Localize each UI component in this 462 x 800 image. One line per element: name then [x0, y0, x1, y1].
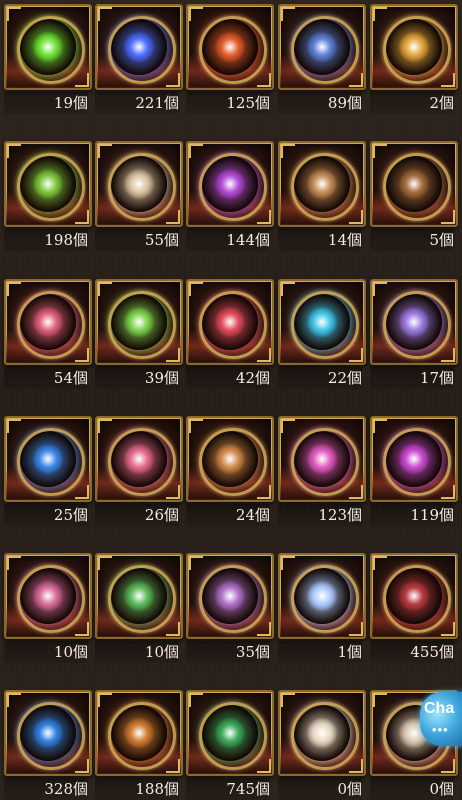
ornate-frame-ring: [199, 153, 267, 221]
ornate-frame-ring: [17, 428, 85, 496]
ornate-frame-ring: [17, 565, 85, 633]
item-tile[interactable]: [186, 279, 274, 365]
item-tile[interactable]: [4, 279, 92, 365]
item-count: 1個: [278, 641, 362, 663]
ornate-frame-ring: [199, 428, 267, 496]
item-tile[interactable]: [370, 4, 458, 90]
item-count: 24個: [186, 504, 270, 526]
ornate-frame-ring: [108, 16, 176, 84]
ornate-frame-ring: [199, 565, 267, 633]
ornate-frame-ring: [17, 153, 85, 221]
item-count: 125個: [186, 92, 270, 114]
item-count: 188個: [95, 778, 179, 800]
item-tile[interactable]: [95, 279, 183, 365]
item-count: 42個: [186, 367, 270, 389]
item-tile[interactable]: [95, 416, 183, 502]
item-count: 22個: [278, 367, 362, 389]
item-tile[interactable]: [278, 553, 366, 639]
item-tile[interactable]: [4, 553, 92, 639]
item-tile[interactable]: [278, 4, 366, 90]
ornate-frame-ring: [17, 291, 85, 359]
item-tile[interactable]: [186, 416, 274, 502]
item-tile[interactable]: [278, 416, 366, 502]
chat-button[interactable]: Cha •••: [420, 692, 462, 746]
item-count: 328個: [4, 778, 88, 800]
ornate-frame-ring: [383, 153, 451, 221]
item-count: 2個: [370, 92, 454, 114]
ornate-frame-ring: [291, 565, 359, 633]
ornate-frame-ring: [17, 702, 85, 770]
ornate-frame-ring: [291, 16, 359, 84]
ornate-frame-ring: [383, 16, 451, 84]
chat-label: Cha: [424, 700, 455, 717]
item-count: 745個: [186, 778, 270, 800]
item-tile[interactable]: [186, 690, 274, 776]
item-tile[interactable]: [370, 279, 458, 365]
item-count: 123個: [278, 504, 362, 526]
item-tile[interactable]: [370, 553, 458, 639]
ornate-frame-ring: [199, 16, 267, 84]
item-tile[interactable]: [4, 690, 92, 776]
ornate-frame-ring: [199, 291, 267, 359]
item-count: 221個: [95, 92, 179, 114]
item-tile[interactable]: [95, 690, 183, 776]
ornate-frame-ring: [291, 291, 359, 359]
item-tile[interactable]: [95, 553, 183, 639]
item-tile[interactable]: [370, 416, 458, 502]
item-tile[interactable]: [4, 4, 92, 90]
item-count: 144個: [186, 229, 270, 251]
item-tile[interactable]: [186, 4, 274, 90]
ornate-frame-ring: [291, 702, 359, 770]
ornate-frame-ring: [17, 16, 85, 84]
item-tile[interactable]: [278, 141, 366, 227]
item-tile[interactable]: [278, 279, 366, 365]
ornate-frame-ring: [383, 428, 451, 496]
item-count: 14個: [278, 229, 362, 251]
item-tile[interactable]: [186, 553, 274, 639]
ornate-frame-ring: [108, 291, 176, 359]
item-count: 0個: [278, 778, 362, 800]
ornate-frame-ring: [291, 428, 359, 496]
item-count: 5個: [370, 229, 454, 251]
ornate-frame-ring: [383, 565, 451, 633]
item-count: 54個: [4, 367, 88, 389]
item-count: 17個: [370, 367, 454, 389]
item-tile[interactable]: [95, 4, 183, 90]
item-count: 198個: [4, 229, 88, 251]
item-grid: 19個 221個 125個 89個 2個 198個 55個 144個 14個 5個 54個 39個 42…: [0, 0, 462, 800]
item-count: 25個: [4, 504, 88, 526]
item-count: 10個: [4, 641, 88, 663]
chat-bubble-icon: •••: [432, 722, 449, 737]
item-count: 10個: [95, 641, 179, 663]
item-tile[interactable]: [186, 141, 274, 227]
item-tile[interactable]: [278, 690, 366, 776]
ornate-frame-ring: [108, 153, 176, 221]
ornate-frame-ring: [108, 565, 176, 633]
item-tile[interactable]: [4, 416, 92, 502]
item-tile[interactable]: [4, 141, 92, 227]
item-count: 119個: [370, 504, 454, 526]
item-count: 55個: [95, 229, 179, 251]
item-count: 35個: [186, 641, 270, 663]
item-count: 455個: [370, 641, 454, 663]
item-tile[interactable]: [370, 141, 458, 227]
item-count: 39個: [95, 367, 179, 389]
item-count: 19個: [4, 92, 88, 114]
ornate-frame-ring: [199, 702, 267, 770]
ornate-frame-ring: [108, 428, 176, 496]
item-count: 89個: [278, 92, 362, 114]
item-count: 26個: [95, 504, 179, 526]
ornate-frame-ring: [291, 153, 359, 221]
item-tile[interactable]: [95, 141, 183, 227]
ornate-frame-ring: [383, 291, 451, 359]
ornate-frame-ring: [108, 702, 176, 770]
item-count: 0個: [370, 778, 454, 800]
